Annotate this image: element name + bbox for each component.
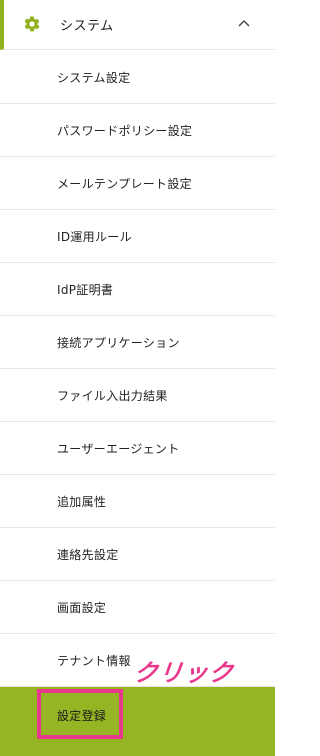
menu-item-label: ID運用ルール xyxy=(57,230,132,244)
menu-item-connected-apps[interactable]: 接続アプリケーション xyxy=(0,316,275,369)
menu-item-label: 追加属性 xyxy=(57,495,107,509)
sidebar-menu: システム システム設定 パスワードポリシー設定 メールテンプレート設定 ID運用… xyxy=(0,0,275,756)
menu-item-file-io-results[interactable]: ファイル入出力結果 xyxy=(0,369,275,422)
section-header-label: システム xyxy=(60,19,114,34)
menu-item-id-rules[interactable]: ID運用ルール xyxy=(0,210,275,263)
chevron-up-icon[interactable] xyxy=(237,17,251,29)
menu-item-mail-template[interactable]: メールテンプレート設定 xyxy=(0,157,275,210)
menu-item-label: パスワードポリシー設定 xyxy=(57,124,193,138)
click-annotation: クリック xyxy=(132,659,236,687)
menu-item-label: メールテンプレート設定 xyxy=(57,177,192,191)
menu-item-label: システム設定 xyxy=(57,71,131,85)
click-highlight-box xyxy=(37,689,123,739)
menu-item-user-agent[interactable]: ユーザーエージェント xyxy=(0,422,275,475)
section-header-system[interactable]: システム xyxy=(0,0,275,50)
menu-item-label: 画面設定 xyxy=(57,601,107,615)
menu-item-label: ファイル入出力結果 xyxy=(57,389,168,403)
menu-item-label: テナント情報 xyxy=(57,654,131,668)
menu-item-password-policy[interactable]: パスワードポリシー設定 xyxy=(0,104,275,157)
menu-item-contact-settings[interactable]: 連絡先設定 xyxy=(0,528,275,581)
menu-item-screen-settings[interactable]: 画面設定 xyxy=(0,581,275,634)
menu-item-label: 接続アプリケーション xyxy=(57,336,180,350)
menu-item-idp-certificate[interactable]: IdP証明書 xyxy=(0,263,275,316)
gear-icon xyxy=(24,16,40,32)
menu-item-additional-attributes[interactable]: 追加属性 xyxy=(0,475,275,528)
menu-item-label: IdP証明書 xyxy=(57,283,114,297)
menu-item-system-settings[interactable]: システム設定 xyxy=(0,51,275,104)
menu-item-label: ユーザーエージェント xyxy=(57,442,180,456)
menu-item-label: 連絡先設定 xyxy=(57,548,119,562)
